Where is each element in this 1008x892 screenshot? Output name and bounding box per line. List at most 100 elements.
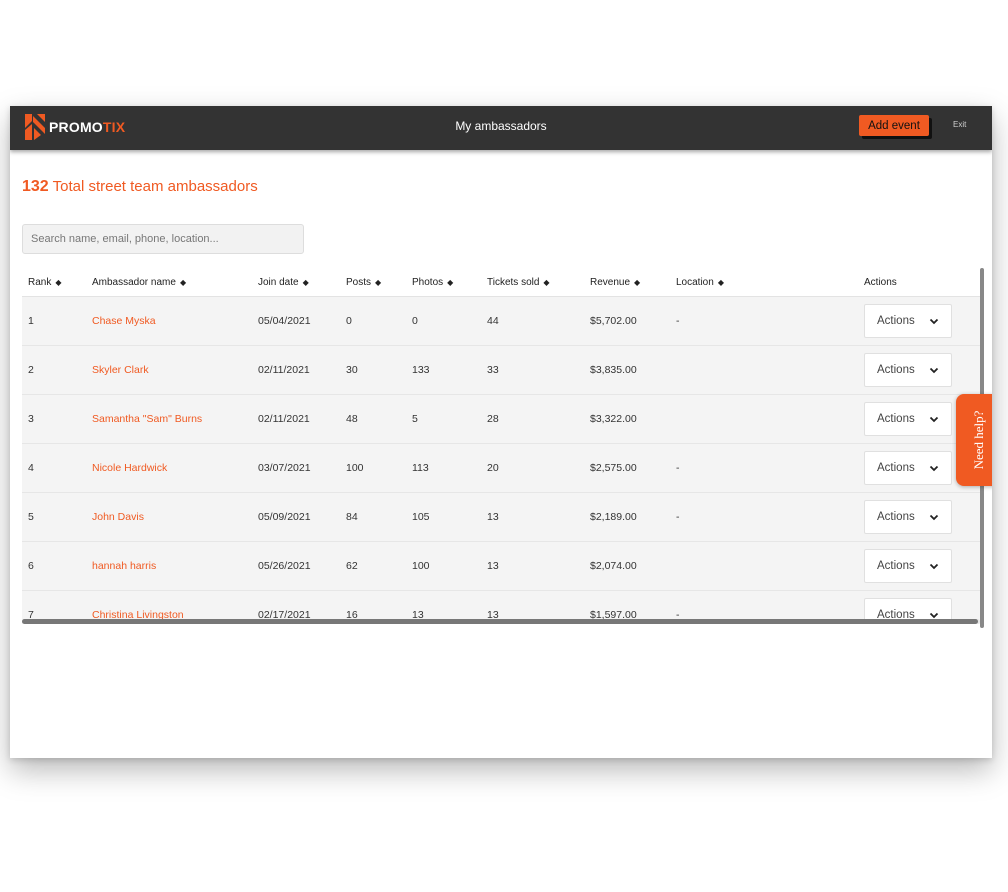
column-header-photos[interactable]: Photos ◆ [406, 268, 481, 297]
column-header-posts[interactable]: Posts ◆ [340, 268, 406, 297]
rank-cell: 3 [22, 394, 86, 444]
revenue-cell: $3,835.00 [584, 345, 670, 395]
location-cell [670, 345, 858, 395]
column-header-label: Photos [412, 276, 444, 288]
photos-cell: 5 [406, 394, 481, 444]
sort-icon: ◆ [55, 277, 62, 287]
column-header-tickets-sold[interactable]: Tickets sold ◆ [481, 268, 584, 297]
join-date-cell: 05/09/2021 [252, 492, 340, 542]
chevron-down-icon [929, 367, 939, 374]
revenue-cell: $5,702.00 [584, 296, 670, 346]
posts-cell: 100 [340, 443, 406, 493]
chevron-down-icon [929, 318, 939, 325]
table-row: 6 hannah harris 05/26/2021 62 100 13 $2,… [22, 541, 980, 591]
ambassador-count-label: Total street team ambassadors [52, 178, 258, 195]
join-date-cell: 05/04/2021 [252, 296, 340, 346]
posts-cell: 0 [340, 296, 406, 346]
revenue-cell: $2,189.00 [584, 492, 670, 542]
actions-dropdown-button[interactable]: Actions [864, 549, 952, 583]
actions-cell: Actions [858, 296, 980, 346]
column-header-join-date[interactable]: Join date ◆ [252, 268, 340, 297]
actions-label: Actions [877, 511, 915, 523]
column-header-label: Join date [258, 276, 299, 288]
column-header-revenue[interactable]: Revenue ◆ [584, 268, 670, 297]
sort-icon: ◆ [717, 277, 724, 287]
actions-dropdown-button[interactable]: Actions [864, 304, 952, 338]
need-help-tab[interactable]: Need help? [956, 394, 992, 486]
revenue-cell: $2,074.00 [584, 541, 670, 591]
chevron-down-icon [929, 416, 939, 423]
revenue-cell: $3,322.00 [584, 394, 670, 444]
actions-dropdown-button[interactable]: Actions [864, 500, 952, 534]
posts-cell: 30 [340, 345, 406, 395]
table-row: 3 Samantha "Sam" Burns 02/11/2021 48 5 2… [22, 394, 980, 444]
sort-icon: ◆ [634, 277, 641, 287]
column-header-label: Ambassador name [92, 276, 176, 288]
ambassador-name-link[interactable]: Samantha "Sam" Burns [86, 394, 252, 444]
ambassadors-table: Rank ◆ Ambassador name ◆ Join date ◆ Posts ◆… [22, 268, 980, 624]
actions-label: Actions [877, 462, 915, 474]
ambassador-summary: 132 Total street team ambassadors [22, 178, 258, 196]
photos-cell: 105 [406, 492, 481, 542]
sort-icon: ◆ [447, 277, 454, 287]
column-header-rank[interactable]: Rank ◆ [22, 268, 86, 297]
table-row: 5 John Davis 05/09/2021 84 105 13 $2,189… [22, 492, 980, 542]
column-header-label: Rank [28, 276, 52, 288]
column-header-location[interactable]: Location ◆ [670, 268, 858, 297]
ambassador-count: 132 [22, 178, 49, 195]
chevron-down-icon [929, 465, 939, 472]
table-row: 4 Nicole Hardwick 03/07/2021 100 113 20 … [22, 443, 980, 493]
posts-cell: 84 [340, 492, 406, 542]
posts-cell: 62 [340, 541, 406, 591]
sort-icon: ◆ [375, 277, 382, 287]
actions-label: Actions [877, 560, 915, 572]
sort-icon: ◆ [302, 277, 309, 287]
chevron-down-icon [929, 514, 939, 521]
actions-cell: Actions [858, 345, 980, 395]
table-header-row: Rank ◆ Ambassador name ◆ Join date ◆ Posts ◆… [22, 268, 980, 297]
column-header-label: Location [676, 276, 714, 288]
top-bar: PROMOTIX My ambassadors Add event Exit [10, 106, 992, 150]
actions-label: Actions [877, 364, 915, 376]
photos-cell: 133 [406, 345, 481, 395]
actions-label: Actions [877, 413, 915, 425]
rank-cell: 5 [22, 492, 86, 542]
sort-icon: ◆ [543, 277, 550, 287]
ambassador-name-link[interactable]: Skyler Clark [86, 345, 252, 395]
join-date-cell: 02/11/2021 [252, 394, 340, 444]
column-header-label: Posts [346, 276, 372, 288]
join-date-cell: 03/07/2021 [252, 443, 340, 493]
table-row: 1 Chase Myska 05/04/2021 0 0 44 $5,702.0… [22, 296, 980, 346]
rank-cell: 6 [22, 541, 86, 591]
search-input[interactable] [22, 224, 304, 254]
need-help-label: Need help? [971, 410, 986, 470]
ambassador-name-link[interactable]: Chase Myska [86, 296, 252, 346]
app-window: PROMOTIX My ambassadors Add event Exit 1… [10, 106, 992, 758]
add-event-button[interactable]: Add event [859, 115, 929, 136]
ambassador-name-link[interactable]: hannah harris [86, 541, 252, 591]
ambassador-name-link[interactable]: John Davis [86, 492, 252, 542]
horizontal-scrollbar-thumb[interactable] [22, 619, 978, 624]
rank-cell: 1 [22, 296, 86, 346]
ambassadors-table-container[interactable]: Rank ◆ Ambassador name ◆ Join date ◆ Posts ◆… [22, 268, 980, 624]
photos-cell: 0 [406, 296, 481, 346]
actions-label: Actions [877, 315, 915, 327]
rank-cell: 4 [22, 443, 86, 493]
actions-dropdown-button[interactable]: Actions [864, 451, 952, 485]
photos-cell: 100 [406, 541, 481, 591]
photos-cell: 113 [406, 443, 481, 493]
chevron-down-icon [929, 563, 939, 570]
exit-link[interactable]: Exit [953, 120, 966, 129]
table-row: 2 Skyler Clark 02/11/2021 30 133 33 $3,8… [22, 345, 980, 395]
actions-dropdown-button[interactable]: Actions [864, 402, 952, 436]
column-header-actions: Actions [858, 268, 980, 297]
column-header-ambassador-name[interactable]: Ambassador name ◆ [86, 268, 252, 297]
actions-dropdown-button[interactable]: Actions [864, 353, 952, 387]
rank-cell: 2 [22, 345, 86, 395]
actions-cell: Actions [858, 492, 980, 542]
tickets-sold-cell: 28 [481, 394, 584, 444]
tickets-sold-cell: 33 [481, 345, 584, 395]
ambassador-name-link[interactable]: Nicole Hardwick [86, 443, 252, 493]
page-title: My ambassadors [455, 119, 547, 133]
tickets-sold-cell: 20 [481, 443, 584, 493]
